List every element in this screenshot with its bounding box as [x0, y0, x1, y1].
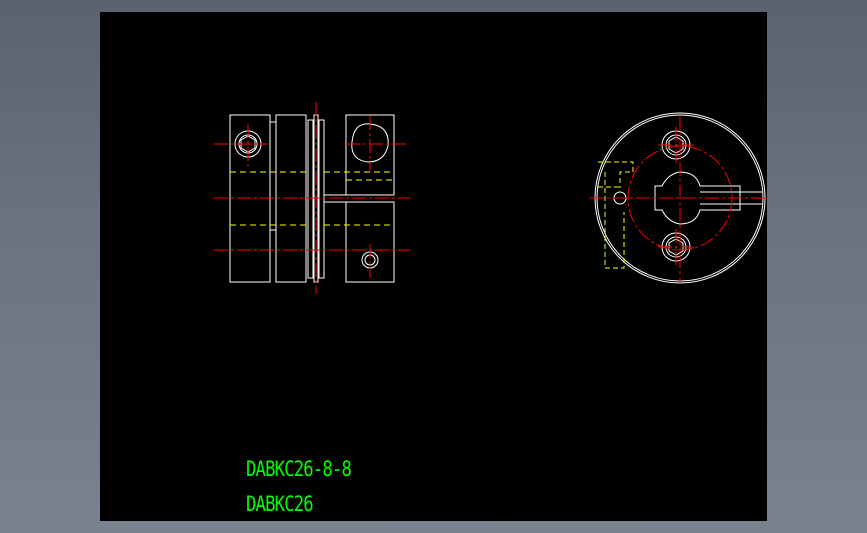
part-number-label: DABKC26-8-8 [246, 457, 352, 481]
end-view-hidden-lines [598, 161, 634, 269]
side-view-centerlines [214, 102, 410, 294]
series-label: DABKC26 [246, 492, 314, 516]
coupling-drawing [214, 102, 766, 294]
cad-viewport[interactable]: DABKC26-8-8 DABKC26 [100, 12, 767, 521]
